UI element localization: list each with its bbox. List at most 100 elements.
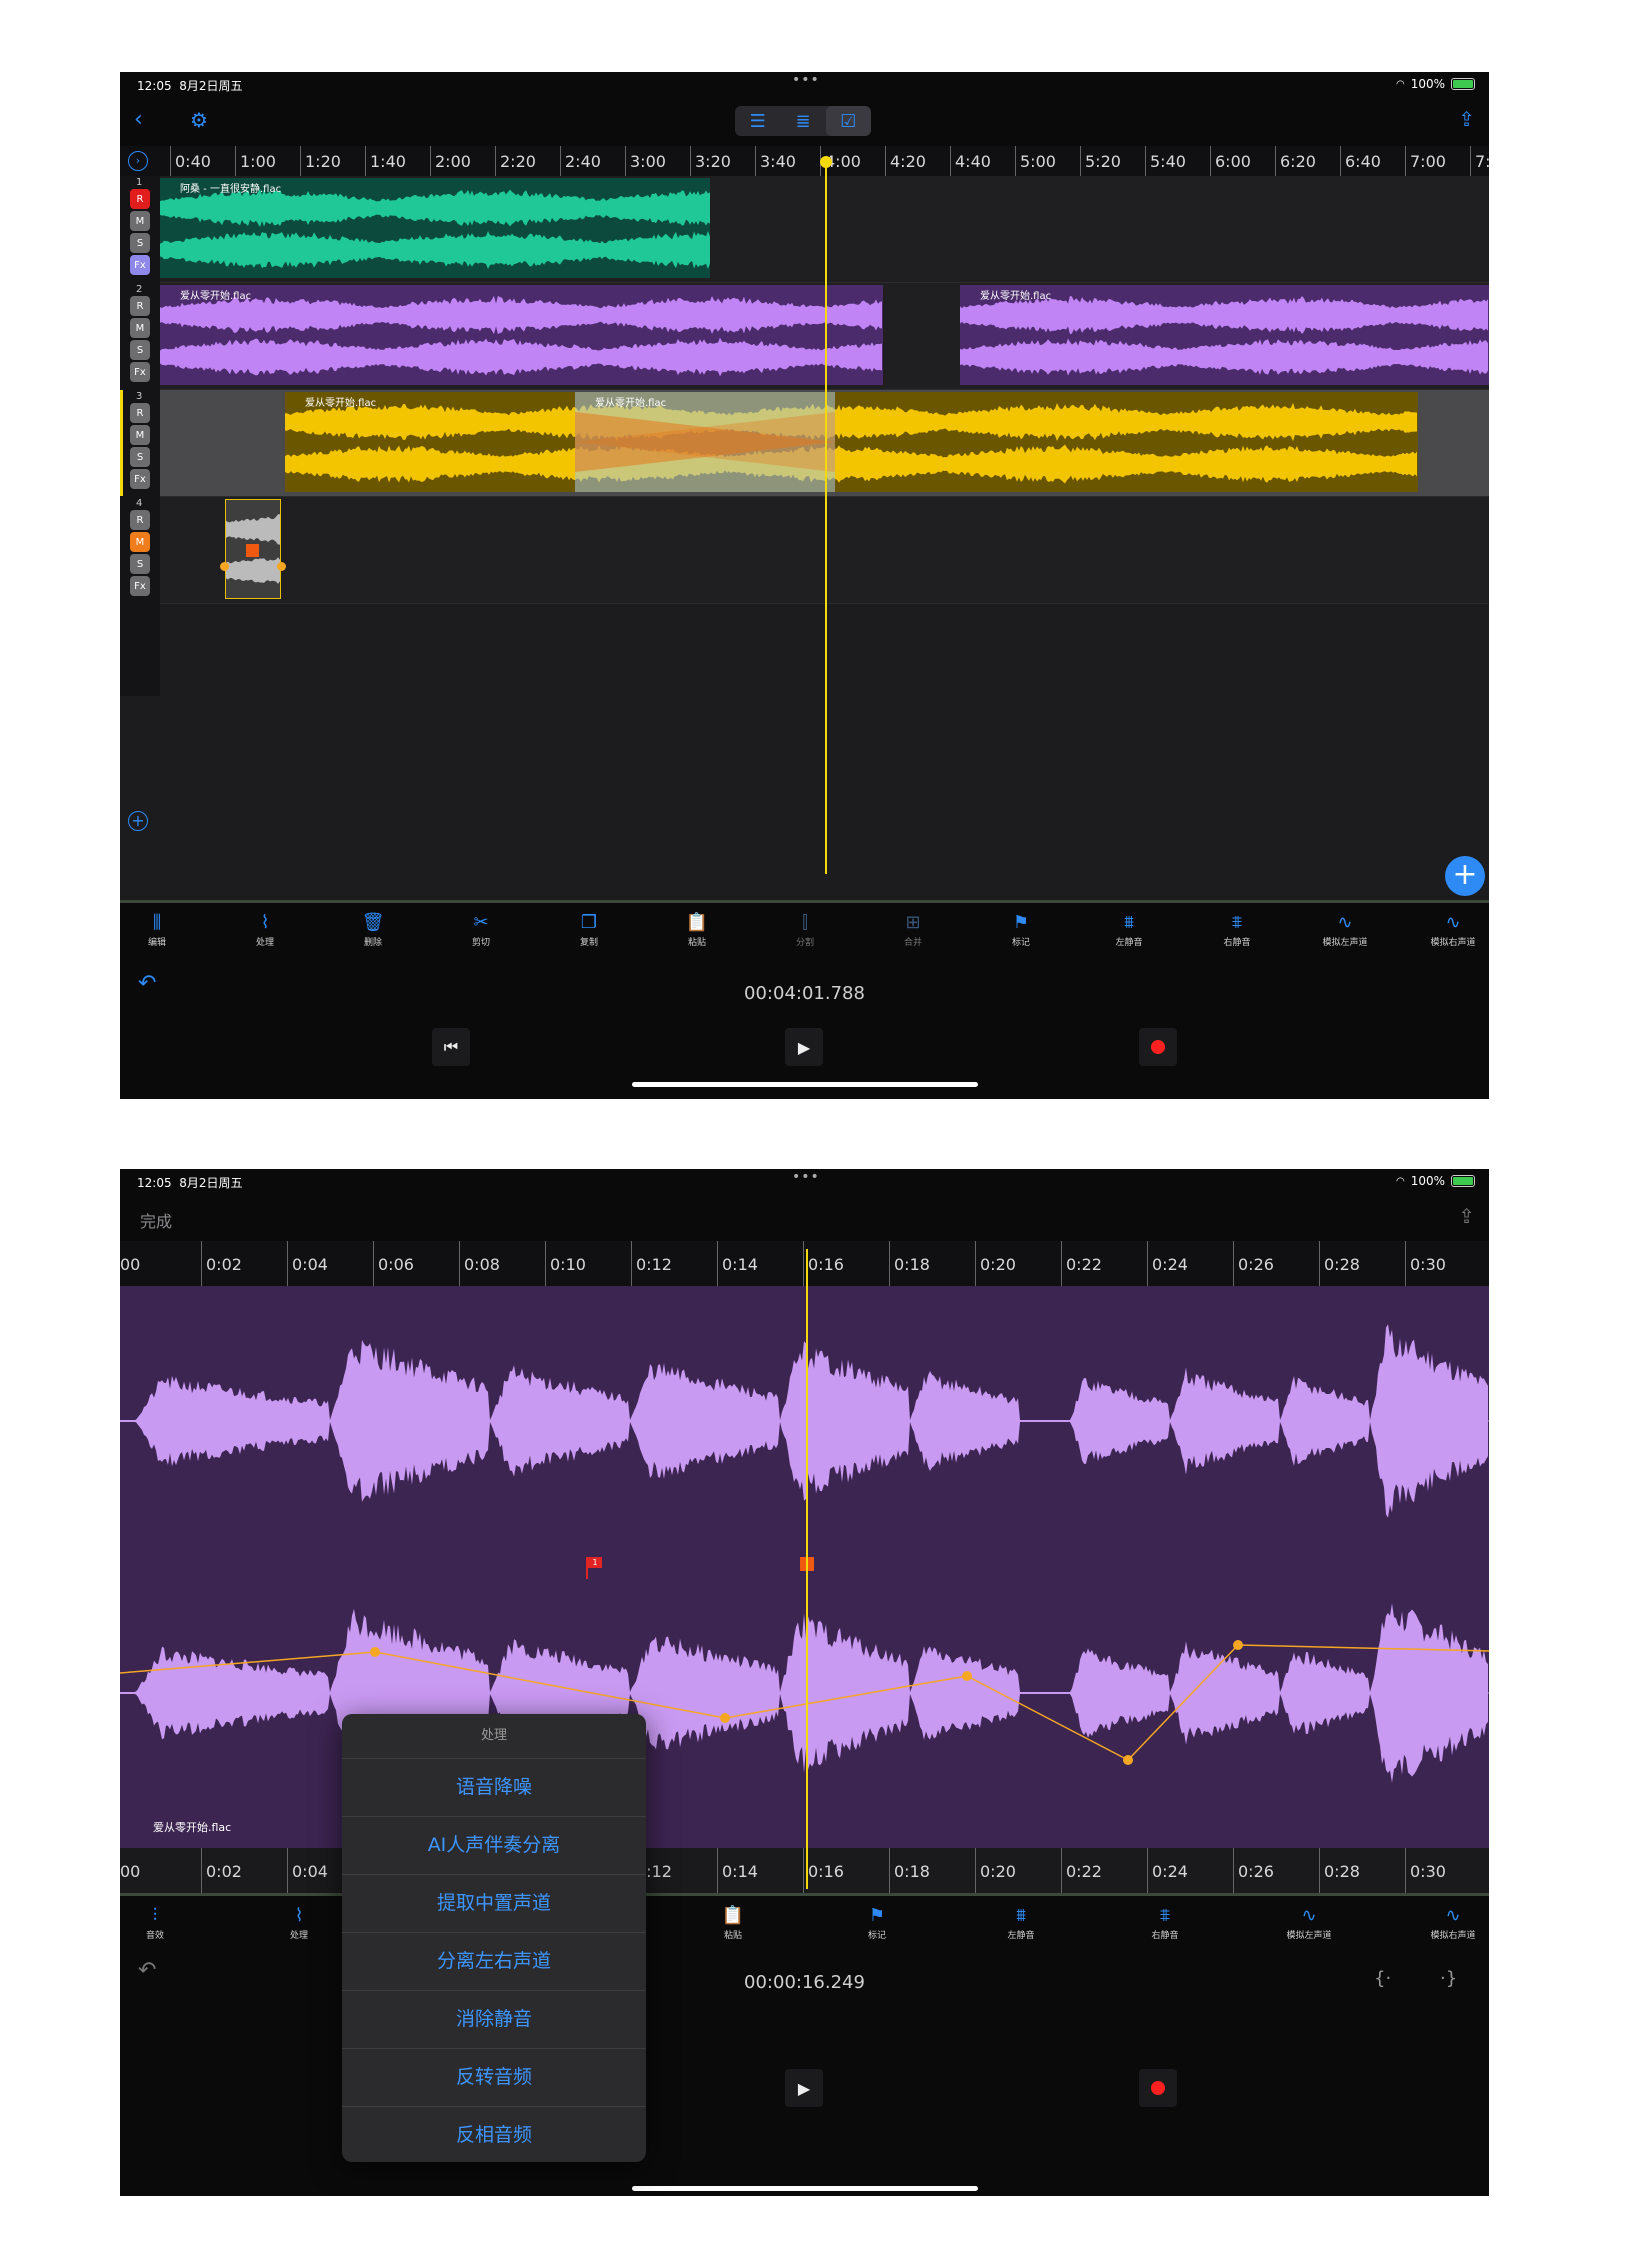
tool-3[interactable]: ✂ 剪切: [446, 911, 516, 948]
tool-label: 分割: [795, 938, 814, 948]
tool-4[interactable]: ❐ 复制: [554, 911, 624, 948]
tool-7[interactable]: ⊞ 合并: [878, 911, 948, 948]
menu-item-reverse[interactable]: 反转音频: [342, 2049, 646, 2107]
tool-6[interactable]: ⫿ 分割: [770, 911, 840, 948]
status-date: 8月2日周五: [179, 1176, 243, 1190]
tool-0[interactable]: ⫼ 编辑: [122, 911, 192, 948]
ruler-tick: 3:00: [625, 146, 666, 176]
tool-5[interactable]: ⩨ 右静音: [1130, 1904, 1200, 1941]
play-button[interactable]: ▶: [785, 2069, 823, 2107]
gear-icon[interactable]: ⚙: [190, 109, 208, 131]
battery-icon: [1451, 1175, 1475, 1187]
record-button[interactable]: [1139, 2069, 1177, 2107]
add-clip-fab-button[interactable]: +: [1445, 856, 1485, 896]
add-track-button[interactable]: +: [128, 811, 148, 831]
tool-label: 粘贴: [687, 938, 706, 948]
timeline-ruler-top[interactable]: 00 0:02 0:04 0:06 0:08 0:10 0:12 0:14 0:16 0:18 0:…: [120, 1241, 1489, 1286]
ruler-label: 0:04: [292, 1862, 328, 1881]
ruler-label: 0:24: [1152, 1255, 1188, 1274]
tool-0[interactable]: ⫶ 音效: [120, 1904, 190, 1941]
track-1-effects-button[interactable]: Fx: [130, 255, 150, 275]
tool-5[interactable]: 📋 粘贴: [662, 911, 732, 948]
align-right-icon[interactable]: ☰: [735, 106, 780, 136]
record-button[interactable]: [1139, 1028, 1177, 1066]
ruler-label: 0:20: [980, 1255, 1016, 1274]
tool-11[interactable]: ∿ 模拟左声道: [1310, 911, 1380, 948]
track-2-effects-button[interactable]: Fx: [130, 362, 150, 382]
ruler-label: 0:10: [550, 1255, 586, 1274]
ruler-tick: 4:20: [885, 146, 926, 176]
select-end-bracket-icon[interactable]: ·}: [1440, 1968, 1457, 1990]
tool-2[interactable]: 🗑 删除: [338, 911, 408, 948]
audio-clip-track3[interactable]: 爱从零开始.flac 爱从零开始.flac: [285, 392, 1418, 492]
track-1-solo-button[interactable]: S: [130, 233, 150, 253]
menu-item-voice-denoise[interactable]: 语音降噪: [342, 1759, 646, 1817]
track-3-mute-button[interactable]: M: [130, 425, 150, 445]
track-4-mute-button[interactable]: M: [130, 532, 150, 552]
ruler-label: 6:40: [1345, 152, 1381, 171]
multitask-dots-icon[interactable]: •••: [792, 72, 820, 88]
tool-label: 右静音: [1151, 1931, 1179, 1941]
tool-6[interactable]: ∿ 模拟左声道: [1274, 1904, 1344, 1941]
audio-clip-track1[interactable]: 阿桑 - 一直很安静.flac: [160, 178, 710, 278]
track-4-record-arm-button[interactable]: R: [130, 510, 150, 530]
tool-2[interactable]: 📋 粘贴: [698, 1904, 768, 1941]
tool-9[interactable]: ⩩ 左静音: [1094, 911, 1164, 948]
tool-1[interactable]: ⌇ 处理: [264, 1904, 334, 1941]
ruler-label: 6:00: [1215, 152, 1251, 171]
play-button[interactable]: ▶: [785, 1028, 823, 1066]
tool-4[interactable]: ⩩ 左静音: [986, 1904, 1056, 1941]
select-start-bracket-icon[interactable]: {·: [1374, 1968, 1391, 1990]
ruler-label: 5:40: [1150, 152, 1186, 171]
tool-8[interactable]: ⚑ 标记: [986, 911, 1056, 948]
select-check-icon[interactable]: ☑: [825, 106, 871, 136]
tool-1[interactable]: ⌇ 处理: [230, 911, 300, 948]
marker-flag-icon[interactable]: 1: [586, 1557, 602, 1579]
multitask-dots-icon[interactable]: •••: [792, 1169, 820, 1185]
menu-item-remove-silence[interactable]: 消除静音: [342, 1991, 646, 2049]
trim-right-handle[interactable]: [277, 562, 286, 571]
menu-item-invert-phase[interactable]: 反相音频: [342, 2107, 646, 2162]
indent-icon[interactable]: ≣: [780, 106, 825, 136]
expand-tracks-icon[interactable]: ›: [128, 151, 148, 171]
tool-label: 模拟右声道: [1430, 938, 1476, 948]
tool-icon: 🗑: [361, 912, 385, 933]
crossfade-region[interactable]: 爱从零开始.flac: [575, 392, 835, 492]
track-3-solo-button[interactable]: S: [130, 447, 150, 467]
ruler-tick: 0:24: [1147, 1848, 1188, 1893]
track-2-solo-button[interactable]: S: [130, 340, 150, 360]
track-3-effects-button[interactable]: Fx: [130, 469, 150, 489]
tool-10[interactable]: ⩨ 右静音: [1202, 911, 1272, 948]
track-2-mute-button[interactable]: M: [130, 318, 150, 338]
audio-clip-track2b[interactable]: 爱从零开始.flac: [960, 285, 1489, 385]
tool-12[interactable]: ∿ 模拟右声道: [1418, 911, 1488, 948]
playhead-line[interactable]: [806, 1249, 808, 1889]
ruler-label: 0:26: [1238, 1862, 1274, 1881]
track-1-record-arm-button[interactable]: R: [130, 189, 150, 209]
audio-clip-track2a[interactable]: 爱从零开始.flac: [160, 285, 883, 385]
tool-7[interactable]: ∿ 模拟右声道: [1418, 1904, 1488, 1941]
playhead-line[interactable]: [825, 158, 827, 874]
menu-item-extract-center[interactable]: 提取中置声道: [342, 1875, 646, 1933]
ruler-tick: 0:04: [287, 1848, 328, 1893]
timeline-ruler[interactable]: › 0:40 1:00 1:20 1:40 2:00 2:20 2:40 3:00 3:20 3:…: [120, 146, 1489, 176]
skip-to-start-button[interactable]: ⏮: [432, 1028, 470, 1066]
audio-clip-track4-selected[interactable]: [225, 499, 281, 599]
track-4-effects-button[interactable]: Fx: [130, 576, 150, 596]
done-button[interactable]: 完成: [140, 1208, 172, 1232]
menu-item-split-lr[interactable]: 分离左右声道: [342, 1933, 646, 1991]
back-chevron-icon[interactable]: ‹: [134, 109, 143, 131]
track-3-record-arm-button[interactable]: R: [130, 403, 150, 423]
share-icon[interactable]: ⇪: [1458, 1205, 1475, 1227]
tool-3[interactable]: ⚑ 标记: [842, 1904, 912, 1941]
trim-left-handle[interactable]: [220, 562, 229, 571]
clip-editor-canvas[interactable]: 1 爱从零开始.flac: [120, 1286, 1489, 1848]
playhead-handle[interactable]: [820, 156, 832, 168]
share-icon[interactable]: ⇪: [1458, 108, 1475, 130]
volume-handle[interactable]: [246, 544, 259, 557]
track-4-solo-button[interactable]: S: [130, 554, 150, 574]
track-1-mute-button[interactable]: M: [130, 211, 150, 231]
menu-item-ai-vocal-separation[interactable]: AI人声伴奏分离: [342, 1817, 646, 1875]
track-2-record-arm-button[interactable]: R: [130, 296, 150, 316]
timeline-ruler-bottom[interactable]: 000:020:040:060:080:100:120:140:160:180:…: [120, 1848, 1489, 1893]
